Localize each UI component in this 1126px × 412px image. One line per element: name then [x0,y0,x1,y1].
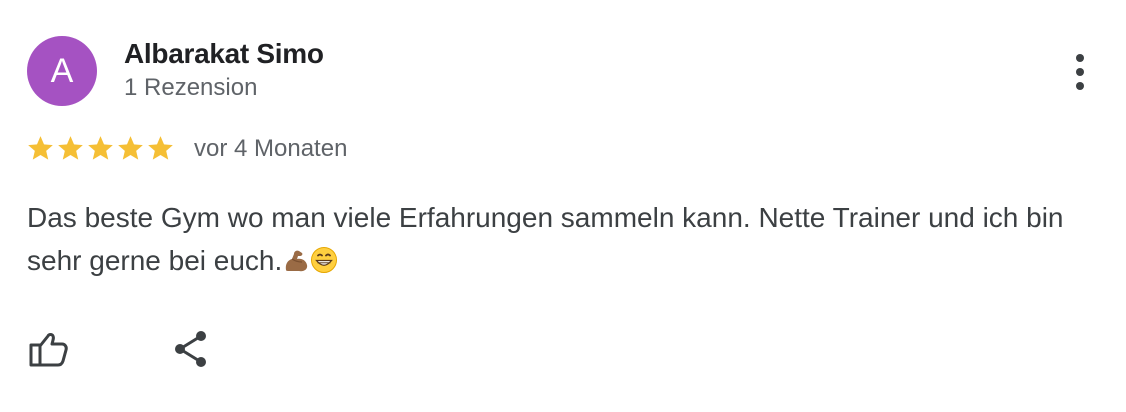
more-vert-icon-dot [1076,82,1084,90]
star-icon [28,136,53,160]
star-rating [26,134,175,163]
review-text: Das beste Gym wo man viele Erfahrungen s… [27,196,1097,282]
share-icon [175,331,206,367]
flexed-biceps-emoji [282,243,310,272]
author-review-count: 1 Rezension [124,74,258,101]
share-button[interactable] [170,328,212,370]
star-icon [148,136,173,160]
review-body: Das beste Gym wo man viele Erfahrungen s… [27,202,1064,276]
more-vert-icon-dot [1076,68,1084,76]
more-options-button[interactable] [1060,48,1100,96]
grinning-face-emoji [310,243,338,273]
like-button[interactable] [26,326,72,372]
more-vert-icon [1076,54,1084,62]
review-card: A Albarakat Simo 1 Rezension vor 4 Monat… [0,0,1126,412]
avatar[interactable]: A [27,36,97,106]
thumb-up-icon [29,333,68,367]
star-icon [58,136,83,160]
review-date: vor 4 Monaten [194,135,348,162]
star-icon [118,136,143,160]
author-name[interactable]: Albarakat Simo [124,38,324,70]
star-icon [88,136,113,160]
avatar-letter: A [50,51,74,90]
